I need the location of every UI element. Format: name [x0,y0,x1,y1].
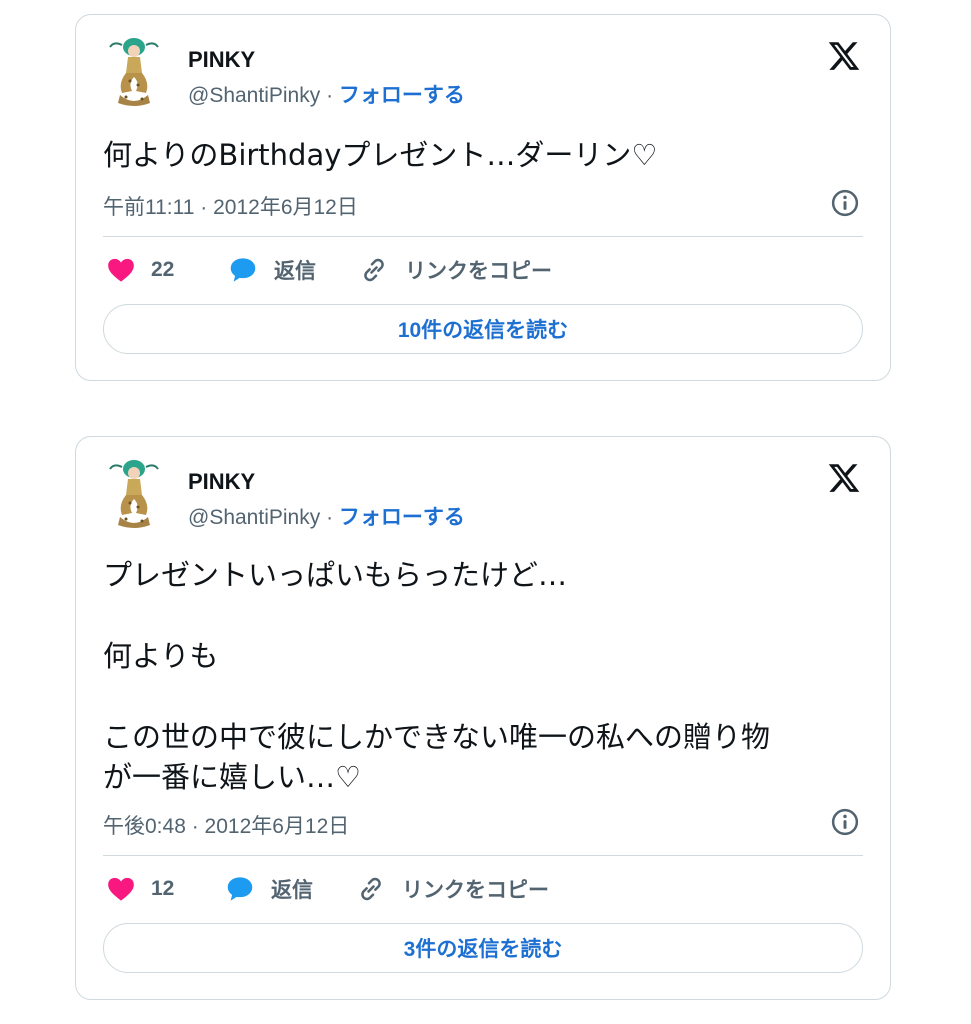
timestamp[interactable]: 午後0:48 · 2012年6月12日 [103,810,349,840]
tweet-card: PINKY @ShantiPinky · フォローする プレゼントいっぱいもらっ… [75,436,891,1000]
tweet-text: 何よりのBirthdayプレゼント…ダーリン♡ [103,135,862,175]
like-count: 22 [151,258,175,281]
like-button[interactable]: 12 [107,872,174,906]
author-name[interactable]: PINKY [188,469,255,495]
separator-dot: · [326,84,334,107]
link-icon [364,258,384,282]
separator-dot: · [326,506,334,529]
tweet-card: PINKY @ShantiPinky · フォローする 何よりのBirthday… [75,14,891,381]
info-icon[interactable] [830,807,860,837]
copy-link-button[interactable]: リンクをコピー [359,253,552,287]
tweet-text-line: が一番に嬉しい…♡ [103,760,361,794]
follow-button[interactable]: フォローする [339,506,465,529]
tweet-text: プレゼントいっぱいもらったけど… 何よりも この世の中で彼にしかできない唯一の私… [103,555,862,797]
author-handle[interactable]: @ShantiPinky [188,84,320,107]
avatar[interactable] [104,459,164,531]
tweet-text-line: プレゼントいっぱいもらったけど… [103,558,568,592]
x-logo-icon[interactable] [826,461,862,495]
divider [103,855,863,856]
speech-bubble-icon [227,877,253,901]
handle-row: @ShantiPinky · フォローする [188,79,465,109]
speech-bubble-icon [230,258,256,282]
read-replies-button[interactable]: 10件の返信を読む [103,304,863,354]
info-icon[interactable] [830,188,860,218]
copy-link-button[interactable]: リンクをコピー [356,872,549,906]
copy-link-label: リンクをコピー [402,879,549,902]
link-icon [361,877,381,901]
author-handle[interactable]: @ShantiPinky [188,506,320,529]
tweet-text-line: 何よりも [103,639,219,673]
action-bar: 22 返信 リンクをコピー [103,253,863,287]
like-count: 12 [151,877,175,900]
like-button[interactable]: 22 [107,253,174,287]
tweet-text-line: 何よりのBirthdayプレゼント…ダーリン♡ [103,138,658,172]
reply-label: 返信 [274,260,316,283]
reply-button[interactable]: 返信 [225,872,313,906]
avatar[interactable] [104,37,164,109]
action-bar: 12 返信 リンクをコピー [103,872,863,906]
follow-button[interactable]: フォローする [339,84,465,107]
author-name[interactable]: PINKY [188,47,255,73]
handle-row: @ShantiPinky · フォローする [188,501,465,531]
reply-label: 返信 [271,879,313,902]
tweet-text-line: この世の中で彼にしかできない唯一の私への贈り物 [103,720,771,754]
reply-button[interactable]: 返信 [228,253,316,287]
x-logo-icon[interactable] [826,39,862,73]
read-replies-button[interactable]: 3件の返信を読む [103,923,863,973]
copy-link-label: リンクをコピー [405,260,552,283]
heart-icon [108,877,134,901]
divider [103,236,863,237]
heart-icon [108,258,134,282]
timestamp[interactable]: 午前11:11 · 2012年6月12日 [103,191,358,221]
